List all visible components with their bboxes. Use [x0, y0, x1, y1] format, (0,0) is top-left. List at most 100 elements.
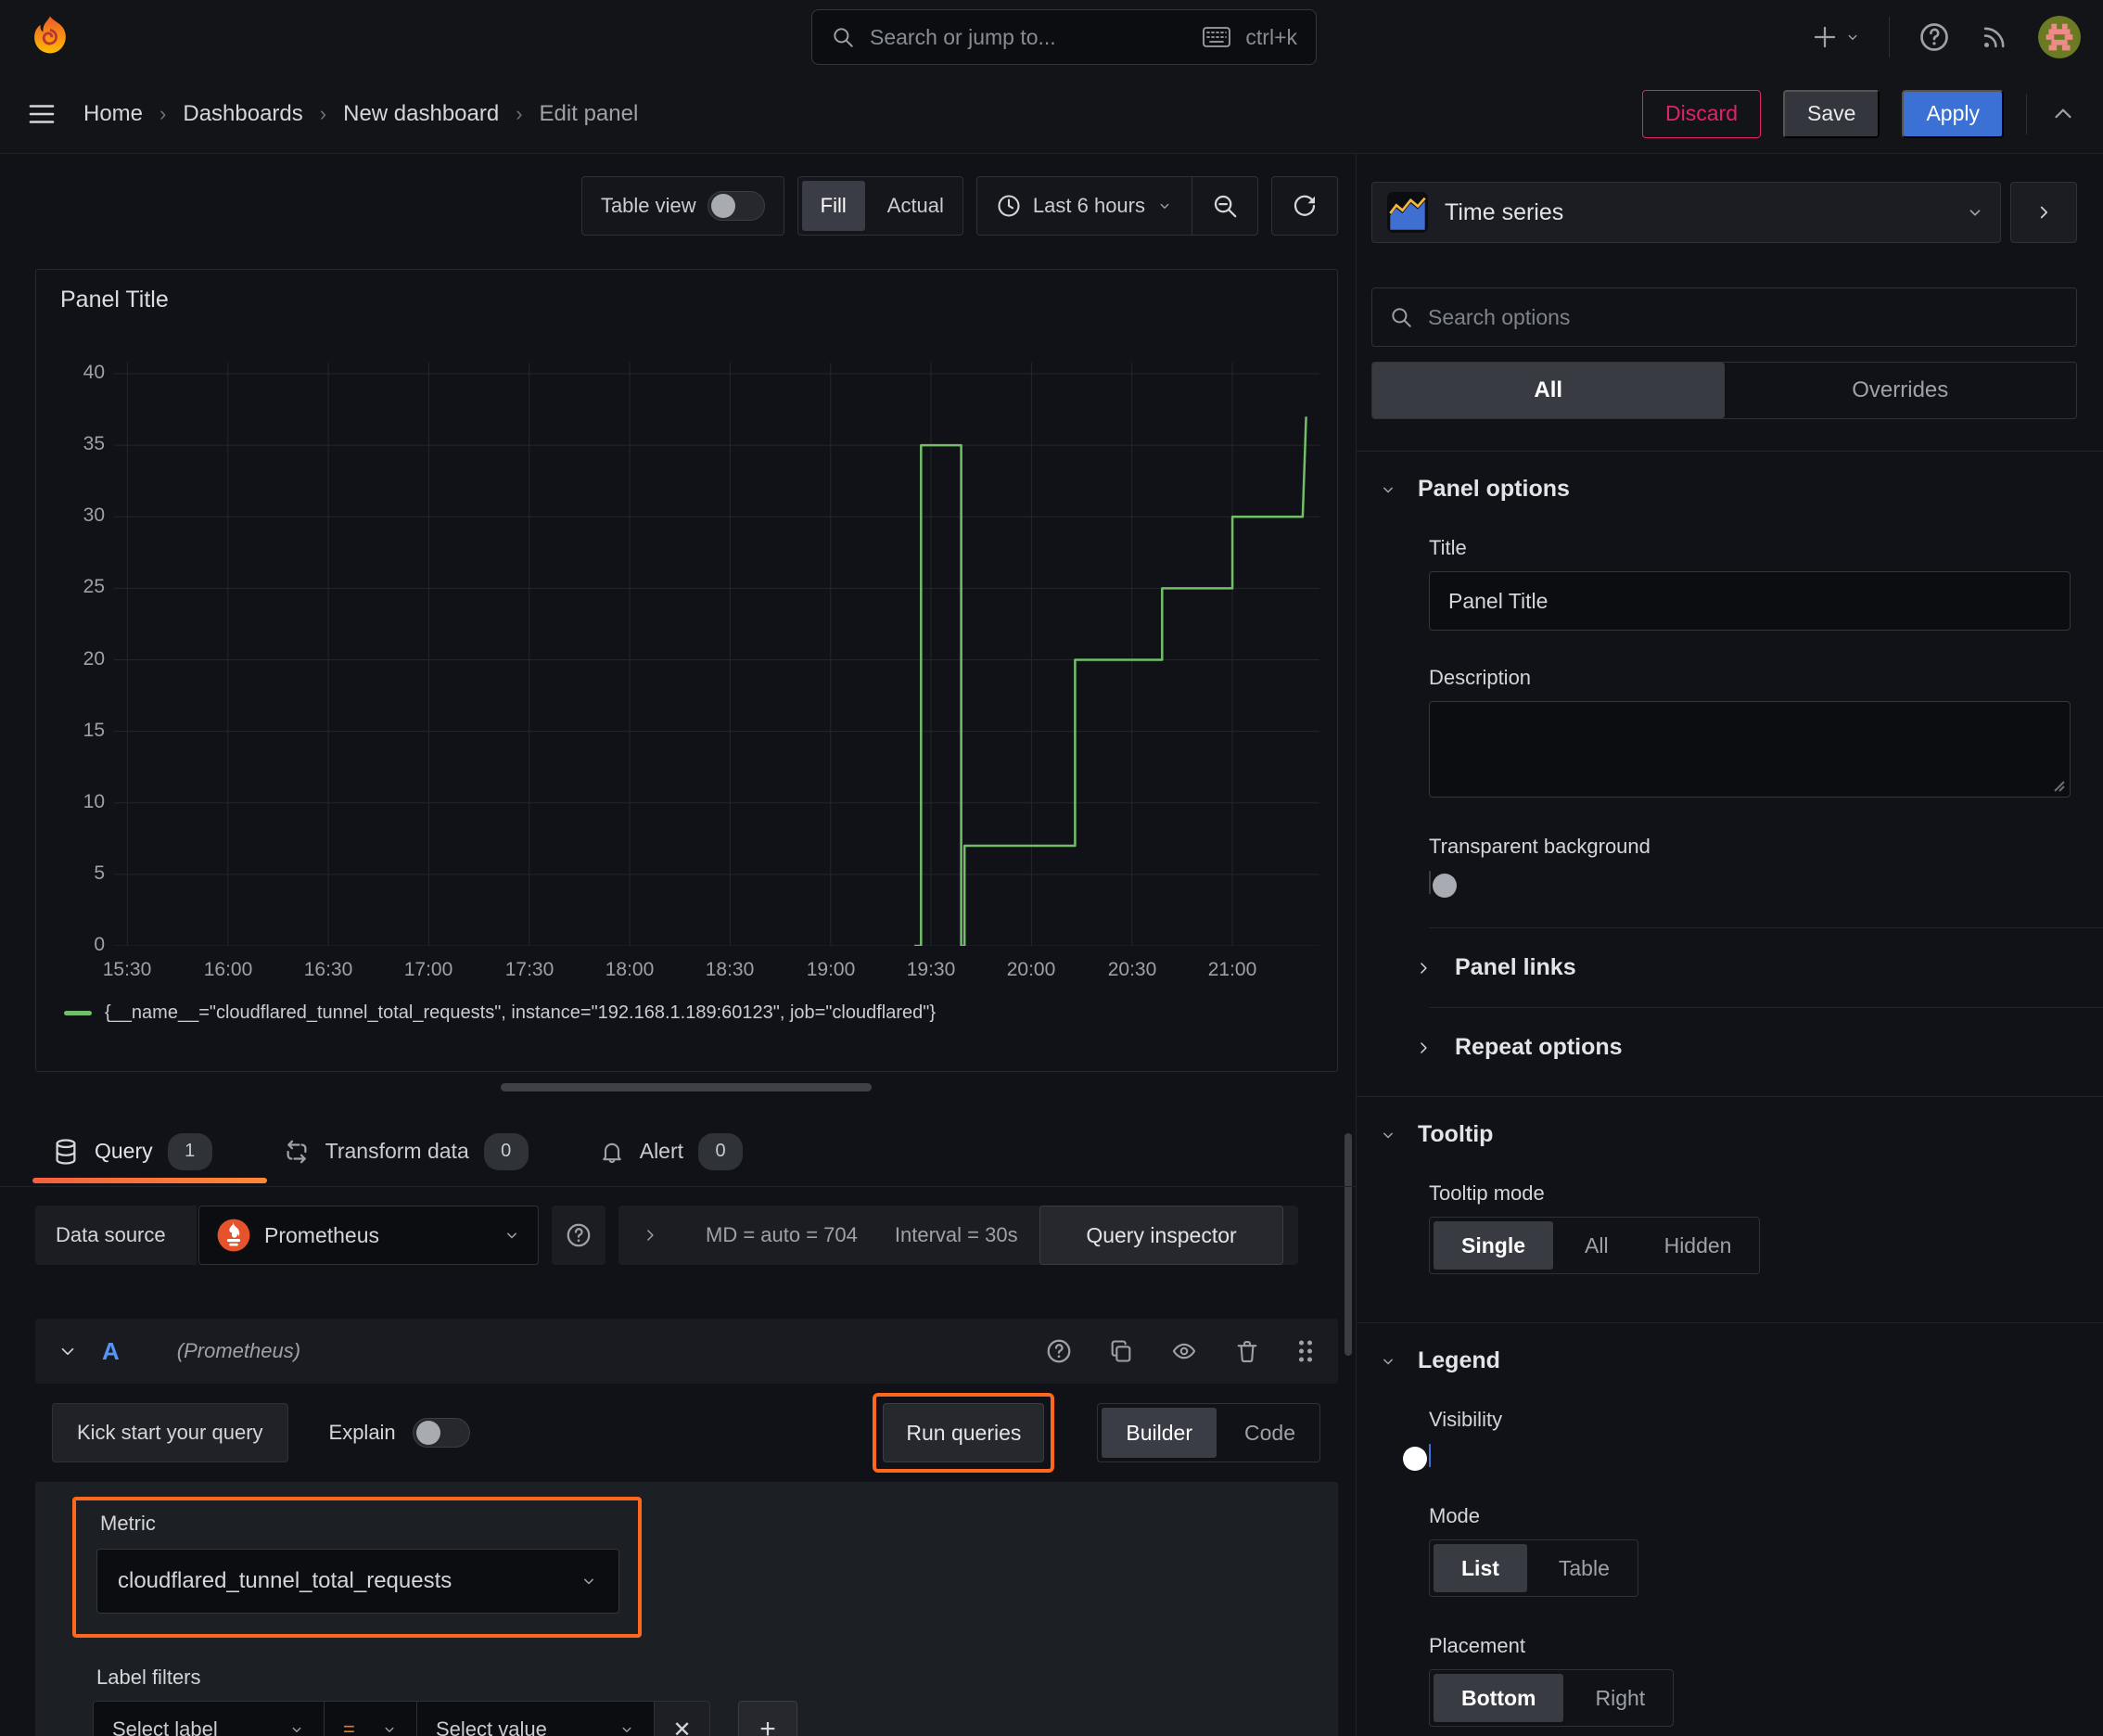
- options-tab-overrides[interactable]: Overrides: [1725, 363, 2077, 418]
- drag-grip-icon[interactable]: [1295, 1337, 1316, 1365]
- collapse-header-chevron-up-icon[interactable]: [2049, 100, 2077, 128]
- tab-transform-data[interactable]: Transform data 0: [283, 1132, 529, 1170]
- zoom-out-time-button[interactable]: [1192, 177, 1257, 235]
- legend-mode-label: Mode: [1429, 1504, 1481, 1527]
- select-label-dropdown[interactable]: Select label: [93, 1701, 325, 1736]
- visualization-picker[interactable]: Time series: [1371, 182, 2001, 243]
- refresh-button[interactable]: [1272, 177, 1337, 235]
- active-tab-underline: [32, 1178, 267, 1183]
- placement-bottom-option[interactable]: Bottom: [1434, 1674, 1564, 1722]
- tab-alert[interactable]: Alert 0: [599, 1132, 744, 1170]
- sub-nav: Home › Dashboards › New dashboard › Edit…: [0, 74, 2103, 154]
- panel-links-section-header[interactable]: Panel links: [1371, 928, 2077, 1007]
- add-filter-button[interactable]: +: [738, 1701, 797, 1736]
- new-menu-button[interactable]: [1811, 23, 1861, 51]
- keyboard-icon: [1203, 27, 1231, 47]
- metric-select-dropdown[interactable]: cloudflared_tunnel_total_requests: [96, 1549, 619, 1614]
- grafana-edit-panel-screen: Search or jump to... ctrl+k Home › Dashb…: [0, 0, 2103, 1736]
- repeat-options-section-header[interactable]: Repeat options: [1371, 1008, 2077, 1087]
- select-label-placeholder: Select label: [112, 1717, 218, 1736]
- code-option[interactable]: Code: [1220, 1404, 1319, 1462]
- breadcrumb-dashboards[interactable]: Dashboards: [183, 101, 302, 127]
- select-value-placeholder: Select value: [436, 1717, 547, 1736]
- options-search-field[interactable]: [1371, 287, 2077, 347]
- actual-option[interactable]: Actual: [869, 177, 962, 235]
- kick-start-query-button[interactable]: Kick start your query: [52, 1403, 288, 1462]
- query-inspector-button[interactable]: Query inspector: [1039, 1206, 1283, 1265]
- breadcrumb-home[interactable]: Home: [83, 101, 143, 127]
- global-search-input[interactable]: Search or jump to... ctrl+k: [811, 9, 1317, 65]
- placement-right-option[interactable]: Right: [1567, 1670, 1673, 1726]
- subnav-divider: [2026, 93, 2027, 134]
- panel-options-section-header[interactable]: Panel options: [1371, 452, 2077, 512]
- help-button[interactable]: [1918, 20, 1951, 54]
- query-help-icon[interactable]: [1045, 1337, 1073, 1365]
- chevron-down-icon: [1379, 1352, 1397, 1371]
- transparent-background-label: Transparent background: [1429, 835, 1651, 858]
- chevron-down-icon[interactable]: [57, 1341, 78, 1361]
- select-value-dropdown[interactable]: Select value: [417, 1701, 655, 1736]
- hamburger-menu-icon[interactable]: [26, 98, 57, 130]
- legend-placement-label: Placement: [1429, 1634, 1525, 1657]
- legend-section-header[interactable]: Legend: [1371, 1323, 2077, 1384]
- top-nav: Search or jump to... ctrl+k: [0, 0, 2103, 74]
- database-icon: [52, 1137, 80, 1167]
- tooltip-single-option[interactable]: Single: [1434, 1221, 1554, 1270]
- chevron-down-icon: [1156, 198, 1173, 214]
- refresh-icon: [1291, 192, 1319, 220]
- user-avatar[interactable]: [2038, 16, 2081, 58]
- metric-selected-value: cloudflared_tunnel_total_requests: [118, 1568, 452, 1593]
- datasource-picker[interactable]: Prometheus: [198, 1206, 539, 1265]
- run-queries-highlight-box: Run queries: [873, 1393, 1055, 1473]
- table-view-group: Table view: [580, 176, 784, 236]
- legend-table-option[interactable]: Table: [1531, 1540, 1638, 1596]
- explain-toggle[interactable]: [412, 1418, 470, 1448]
- datasource-help-button[interactable]: [552, 1206, 605, 1265]
- tab-query[interactable]: Query 1: [52, 1132, 212, 1170]
- chevron-down-icon: [1965, 202, 1985, 223]
- resize-handle-icon[interactable]: [2049, 776, 2066, 793]
- discard-button[interactable]: Discard: [1642, 89, 1762, 138]
- remove-filter-button[interactable]: ✕: [655, 1701, 710, 1736]
- refresh-group: [1271, 176, 1338, 236]
- tooltip-hidden-option[interactable]: Hidden: [1637, 1218, 1760, 1273]
- chevron-right-icon: [1414, 1039, 1433, 1057]
- legend-visibility-toggle[interactable]: [1403, 1444, 1431, 1471]
- query-count-badge: 1: [167, 1132, 212, 1170]
- pane-resize-handle[interactable]: [501, 1083, 872, 1091]
- chevron-down-icon: [288, 1721, 305, 1736]
- delete-query-trash-icon[interactable]: [1234, 1338, 1260, 1364]
- panel-description-textarea[interactable]: [1429, 701, 2071, 798]
- editor-tabs: Query 1 Transform data 0 Alert 0: [0, 1117, 1356, 1187]
- repeat-options-title: Repeat options: [1455, 1034, 1623, 1060]
- time-series-plot[interactable]: [114, 363, 1319, 946]
- options-search-input[interactable]: [1428, 304, 2059, 330]
- operator-dropdown[interactable]: =: [325, 1701, 417, 1736]
- query-row-header[interactable]: A (Prometheus): [35, 1319, 1338, 1384]
- toggle-visibility-eye-icon[interactable]: [1169, 1338, 1199, 1364]
- table-view-toggle[interactable]: [707, 191, 765, 221]
- news-button[interactable]: [1979, 21, 2010, 53]
- viz-suggestions-expand-button[interactable]: [2010, 182, 2077, 243]
- save-button[interactable]: Save: [1783, 89, 1880, 138]
- metric-highlight-box: Metric cloudflared_tunnel_total_requests: [72, 1497, 642, 1638]
- breadcrumb-separator: ›: [159, 101, 167, 125]
- panel-title-input[interactable]: [1429, 571, 2071, 631]
- apply-button[interactable]: Apply: [1902, 89, 2004, 138]
- duplicate-query-icon[interactable]: [1108, 1338, 1134, 1364]
- legend-list-option[interactable]: List: [1434, 1544, 1527, 1592]
- x-axis-labels: 15:30 16:00 16:30 17:00 17:30 18:00 18:30 19:00…: [102, 959, 1257, 980]
- time-range-picker[interactable]: Last 6 hours: [977, 177, 1192, 235]
- tooltip-section-header[interactable]: Tooltip: [1371, 1097, 2077, 1157]
- tooltip-all-option[interactable]: All: [1557, 1218, 1637, 1273]
- transparent-background-toggle[interactable]: [1429, 871, 1457, 898]
- legend-visibility-label: Visibility: [1429, 1408, 1503, 1431]
- tab-alert-label: Alert: [639, 1139, 684, 1163]
- breadcrumb-new-dashboard[interactable]: New dashboard: [343, 101, 499, 127]
- options-tab-all[interactable]: All: [1372, 363, 1725, 418]
- builder-option[interactable]: Builder: [1102, 1408, 1217, 1458]
- grafana-logo[interactable]: [26, 13, 74, 61]
- fill-option[interactable]: Fill: [801, 181, 865, 231]
- run-queries-button[interactable]: Run queries: [883, 1403, 1045, 1462]
- chart-legend[interactable]: {__name__="cloudflared_tunnel_total_requ…: [64, 1002, 936, 1024]
